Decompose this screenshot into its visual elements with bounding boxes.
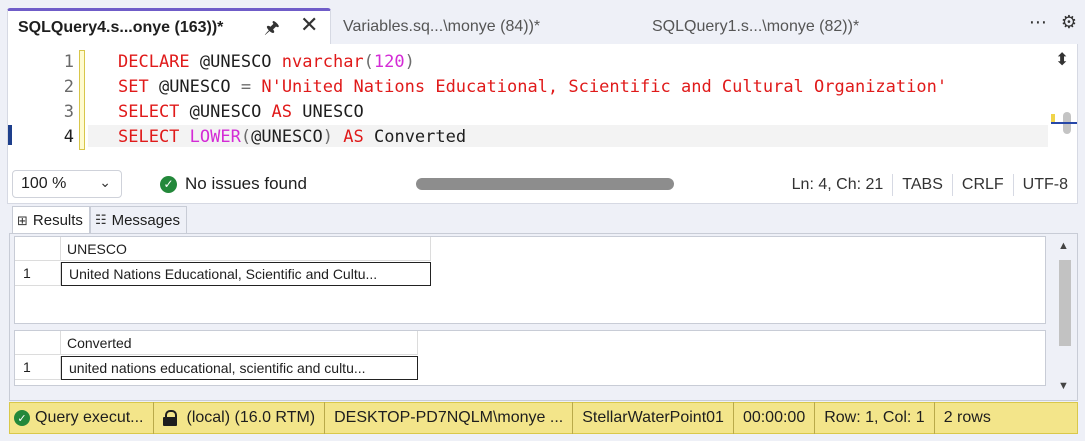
- unsaved-changes-bar: [79, 50, 85, 150]
- result-grid-1[interactable]: UNESCO 1 United Nations Educational, Sci…: [14, 236, 1046, 324]
- code-token: ): [322, 127, 334, 147]
- code-lines[interactable]: DECLARE @UNESCO nvarchar(120) SET @UNESCO…: [118, 50, 947, 150]
- code-token: (: [363, 52, 374, 72]
- code-token: (: [240, 127, 252, 147]
- row-header-corner[interactable]: [15, 331, 61, 355]
- editor-vertical-scrollbar[interactable]: ⬍: [1051, 50, 1077, 160]
- results-vertical-scrollbar[interactable]: ▲ ▼: [1053, 238, 1075, 394]
- query-state: ✓ Query execut...: [10, 402, 153, 434]
- elapsed-time: 00:00:00: [732, 402, 814, 434]
- editor-status-row: 100 % ⌄ ✓ No issues found Ln: 4, Ch: 21 …: [7, 166, 1078, 204]
- indent-mode[interactable]: TABS: [892, 173, 952, 196]
- tab-label: Results: [32, 212, 83, 229]
- zoom-select[interactable]: 100 % ⌄: [12, 170, 122, 198]
- line-number: 4: [63, 127, 74, 147]
- tab-label: Variables.sq...\monye (84))*: [343, 18, 541, 35]
- query-editor[interactable]: 1 2 3 4 DECLARE @UNESCO nvarchar(120) SET…: [7, 44, 1078, 166]
- query-status-bar: ✓ Query execut... (local) (16.0 RTM) DES…: [9, 402, 1078, 434]
- tab-actions: ⋯ ⚙: [1029, 12, 1077, 33]
- line-number: 1: [63, 52, 74, 72]
- lock-icon: [162, 410, 177, 426]
- pin-icon[interactable]: 🖈︎: [264, 15, 280, 44]
- code-token: 120: [373, 52, 405, 72]
- result-cell[interactable]: United Nations Educational, Scientific a…: [61, 262, 431, 286]
- messages-icon: ☷: [94, 212, 107, 227]
- encoding[interactable]: UTF-8: [1012, 173, 1077, 196]
- code-token: N'United Nations Educational, Scientific…: [261, 77, 948, 97]
- check-circle-icon: ✓: [14, 410, 30, 426]
- row-count: 2 rows: [933, 402, 1000, 434]
- server-info: (local) (16.0 RTM): [152, 402, 325, 434]
- tab-label: Messages: [111, 211, 180, 229]
- line-number-gutter: 1 2 3 4: [8, 50, 76, 150]
- cursor-position-marker: [1051, 122, 1077, 124]
- result-tabs: ⊞ Results ☷ Messages: [12, 206, 187, 234]
- tab-label: SQLQuery1.s...\monye (82))*: [652, 18, 860, 35]
- code-token: Converted: [363, 127, 467, 147]
- code-token: SET: [118, 77, 149, 97]
- line-number: 2: [63, 77, 74, 97]
- code-line[interactable]: SELECT @UNESCO AS UNESCO: [118, 100, 947, 125]
- row-number[interactable]: 1: [15, 356, 61, 380]
- tab-sqlquery1[interactable]: SQLQuery1.s...\monye (82))*: [652, 10, 859, 44]
- tab-variables[interactable]: Variables.sq...\monye (84))*: [343, 10, 540, 44]
- column-header[interactable]: UNESCO: [61, 237, 431, 261]
- tab-messages[interactable]: ☷ Messages: [89, 206, 187, 233]
- scroll-up-arrow-icon[interactable]: ▲: [1058, 240, 1069, 252]
- result-grid-2[interactable]: Converted 1 united nations educational, …: [14, 330, 1046, 386]
- code-token: UNESCO: [292, 102, 364, 122]
- code-token: SELECT: [118, 127, 180, 147]
- result-cell[interactable]: united nations educational, scientific a…: [61, 356, 418, 380]
- tab-sqlquery4[interactable]: SQLQuery4.s...onye (163))* 🖈︎ ✕: [7, 8, 331, 44]
- code-token: DECLARE: [118, 52, 190, 72]
- code-token: AS: [343, 127, 364, 147]
- document-tab-strip: SQLQuery4.s...onye (163))* 🖈︎ ✕ Variable…: [0, 0, 1085, 44]
- code-line[interactable]: SET @UNESCO = N'United Nations Education…: [118, 75, 947, 100]
- row-number[interactable]: 1: [15, 262, 61, 286]
- code-token: @UNESCO: [179, 102, 272, 122]
- code-token: LOWER: [189, 127, 241, 147]
- row-header-corner[interactable]: [15, 237, 61, 261]
- code-token: @UNESCO: [251, 127, 323, 147]
- grid-icon: ⊞: [17, 212, 28, 228]
- line-ending[interactable]: CRLF: [951, 173, 1013, 196]
- code-token: =: [240, 77, 252, 97]
- horizontal-scrollbar-thumb[interactable]: [416, 178, 674, 190]
- code-token: @UNESCO: [148, 77, 241, 97]
- code-token: SELECT: [118, 102, 180, 122]
- issues-indicator[interactable]: ✓ No issues found: [160, 174, 307, 194]
- cursor-info: Row: 1, Col: 1: [814, 402, 933, 434]
- server-text: (local) (16.0 RTM): [186, 409, 316, 426]
- chevron-down-icon: ⌄: [99, 174, 111, 190]
- scroll-thumb[interactable]: [1059, 260, 1071, 346]
- cursor-position[interactable]: Ln: 4, Ch: 21: [783, 174, 893, 196]
- check-circle-icon: ✓: [160, 175, 177, 193]
- zoom-value: 100 %: [21, 175, 67, 192]
- database-info: StellarWaterPoint01: [572, 402, 733, 434]
- code-token: ): [404, 52, 415, 72]
- editor-info: Ln: 4, Ch: 21 TABS CRLF UTF-8: [783, 166, 1077, 203]
- split-editor-icon[interactable]: ⬍: [1055, 50, 1073, 70]
- tab-label: SQLQuery4.s...onye (163))*: [18, 18, 224, 36]
- code-token: AS: [271, 102, 293, 122]
- issues-text: No issues found: [185, 174, 307, 193]
- results-pane: UNESCO 1 United Nations Educational, Sci…: [9, 233, 1078, 401]
- tab-results[interactable]: ⊞ Results: [12, 206, 90, 234]
- code-line[interactable]: SELECT LOWER(@UNESCO) AS Converted: [118, 125, 947, 150]
- scroll-down-arrow-icon[interactable]: ▼: [1058, 380, 1069, 392]
- overflow-menu-icon[interactable]: ⋯: [1029, 12, 1047, 33]
- settings-gear-icon[interactable]: ⚙: [1061, 12, 1077, 33]
- code-token: nvarchar: [281, 52, 364, 72]
- column-header[interactable]: Converted: [61, 331, 418, 355]
- login-info: DESKTOP-PD7NQLM\monye ...: [324, 402, 572, 434]
- close-icon[interactable]: ✕: [300, 12, 318, 38]
- line-number: 3: [63, 102, 74, 122]
- code-token: @UNESCO: [189, 52, 282, 72]
- query-state-text: Query execut...: [35, 409, 144, 426]
- code-line[interactable]: DECLARE @UNESCO nvarchar(120): [118, 50, 947, 75]
